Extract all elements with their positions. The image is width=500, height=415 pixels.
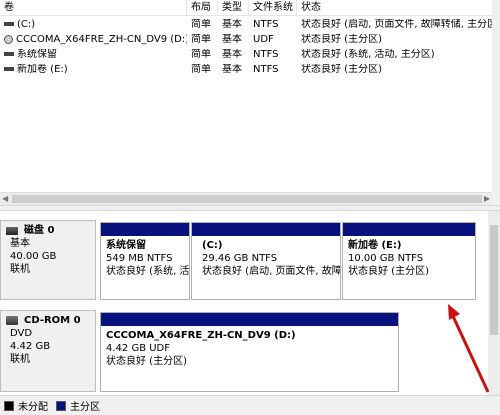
legend-primary: 主分区: [56, 398, 100, 413]
disk-size: 40.00 GB: [10, 251, 57, 262]
hard-disk-icon: [6, 226, 18, 235]
partition-name: 系统保留: [106, 240, 146, 251]
partition-name: (C:): [202, 240, 223, 251]
volume-type: 基本: [222, 19, 242, 30]
partition-name: CCCOMA_X64FRE_ZH-CN_DV9 (D:): [106, 330, 296, 341]
partition-status: 状态良好 (主分区): [348, 266, 429, 277]
volume-layout: 简单: [191, 64, 211, 75]
volume-filesystem: NTFS: [253, 49, 279, 60]
volume-row-d[interactable]: CCCOMA_X64FRE_ZH-CN_DV9 (D:) 简单 基本 UDF 状…: [0, 34, 492, 46]
volume-name: 新加卷 (E:): [17, 64, 68, 75]
unallocated-swatch-icon: [4, 400, 14, 411]
volume-icon: [4, 52, 14, 56]
disk-0-info[interactable]: 磁盘 0 基本 40.00 GB 联机: [0, 220, 96, 300]
partition-status: 状态良好 (启动, 页面文件, 故障: [202, 266, 340, 277]
partition-size: 549 MB NTFS: [106, 253, 173, 264]
partition-system-reserved[interactable]: 系统保留 549 MB NTFS 状态良好 (系统, 活: [100, 222, 190, 300]
column-header-layout[interactable]: 布局: [187, 0, 218, 16]
legend-label: 主分区: [70, 402, 100, 413]
column-header-status[interactable]: 状态: [297, 0, 492, 16]
volume-row-e[interactable]: 新加卷 (E:) 简单 基本 NTFS 状态良好 (主分区): [0, 64, 492, 76]
volume-layout: 简单: [191, 19, 211, 30]
volume-name: CCCOMA_X64FRE_ZH-CN_DV9 (D:): [16, 34, 187, 45]
volume-status: 状态良好 (主分区): [301, 64, 382, 75]
scrollbar-thumb[interactable]: [12, 195, 482, 203]
partition-e[interactable]: 新加卷 (E:) 10.00 GB NTFS 状态良好 (主分区): [342, 222, 476, 300]
partition-size: 4.42 GB UDF: [106, 343, 171, 354]
legend-bar: 未分配 主分区: [0, 395, 500, 415]
partition-d[interactable]: CCCOMA_X64FRE_ZH-CN_DV9 (D:) 4.42 GB UDF…: [100, 312, 399, 392]
volume-status: 状态良好 (主分区): [301, 34, 382, 45]
scroll-right-icon[interactable]: ▶: [484, 194, 490, 204]
volume-name: 系统保留: [17, 49, 57, 60]
column-header-type[interactable]: 类型: [218, 0, 249, 16]
partition-size: 29.46 GB NTFS: [202, 253, 278, 264]
cdrom-0-info[interactable]: CD-ROM 0 DVD 4.42 GB 联机: [0, 310, 96, 392]
cd-icon: [4, 35, 13, 44]
volume-status: 状态良好 (启动, 页面文件, 故障转储, 主分区: [301, 19, 492, 30]
volume-filesystem: NTFS: [253, 19, 279, 30]
volume-type: 基本: [222, 64, 242, 75]
volume-list-header: 卷 布局 类型 文件系统 状态: [0, 0, 492, 16]
volume-name: (C:): [17, 19, 36, 30]
legend-unallocated: 未分配: [4, 398, 48, 413]
volume-row-c[interactable]: (C:) 简单 基本 NTFS 状态良好 (启动, 页面文件, 故障转储, 主分…: [0, 19, 492, 31]
primary-partition-band: [101, 313, 398, 326]
disk-kind: DVD: [10, 328, 33, 339]
volume-filesystem: NTFS: [253, 64, 279, 75]
scroll-left-icon[interactable]: ◀: [2, 194, 8, 204]
volume-icon: [4, 67, 14, 71]
volume-list-pane: 卷 布局 类型 文件系统 状态 (C:) 简单 基本 NTFS 状态良好 (启动…: [0, 0, 500, 205]
volume-icon: [4, 22, 14, 26]
column-header-volume[interactable]: 卷: [0, 0, 187, 16]
primary-partition-band: [192, 223, 340, 236]
volume-status: 状态良好 (系统, 活动, 主分区): [301, 49, 435, 60]
volume-type: 基本: [222, 34, 242, 45]
disk-kind: 基本: [10, 238, 30, 249]
partition-status: 状态良好 (系统, 活: [106, 266, 189, 277]
primary-swatch-icon: [56, 400, 66, 411]
disk-state: 联机: [10, 354, 30, 365]
volume-type: 基本: [222, 49, 242, 60]
volume-list-vertical-scrollbar[interactable]: [492, 0, 500, 205]
primary-partition-band: [343, 223, 475, 236]
partition-name: 新加卷 (E:): [348, 240, 402, 251]
disk-size: 4.42 GB: [10, 341, 51, 352]
disk-title: CD-ROM 0: [24, 315, 81, 326]
column-header-filesystem[interactable]: 文件系统: [249, 0, 297, 16]
partition-c[interactable]: (C:) 29.46 GB NTFS 状态良好 (启动, 页面文件, 故障: [191, 222, 341, 300]
partition-size: 10.00 GB NTFS: [348, 253, 424, 264]
disk-state: 联机: [10, 264, 30, 275]
volume-list-horizontal-scrollbar[interactable]: ◀ ▶: [0, 192, 492, 205]
volume-layout: 简单: [191, 49, 211, 60]
disk-map-pane: 磁盘 0 基本 40.00 GB 联机 系统保留 549 MB NTFS 状态良…: [0, 211, 500, 395]
partition-status: 状态良好 (主分区): [106, 356, 187, 367]
legend-label: 未分配: [18, 402, 48, 413]
volume-filesystem: UDF: [253, 34, 274, 45]
cd-drive-icon: [6, 316, 18, 325]
volume-layout: 简单: [191, 34, 211, 45]
volume-row-system-reserved[interactable]: 系统保留 简单 基本 NTFS 状态良好 (系统, 活动, 主分区): [0, 49, 492, 61]
annotation-arrow-icon: [448, 304, 490, 393]
disk-title: 磁盘 0: [24, 225, 55, 236]
primary-partition-band: [101, 223, 189, 236]
